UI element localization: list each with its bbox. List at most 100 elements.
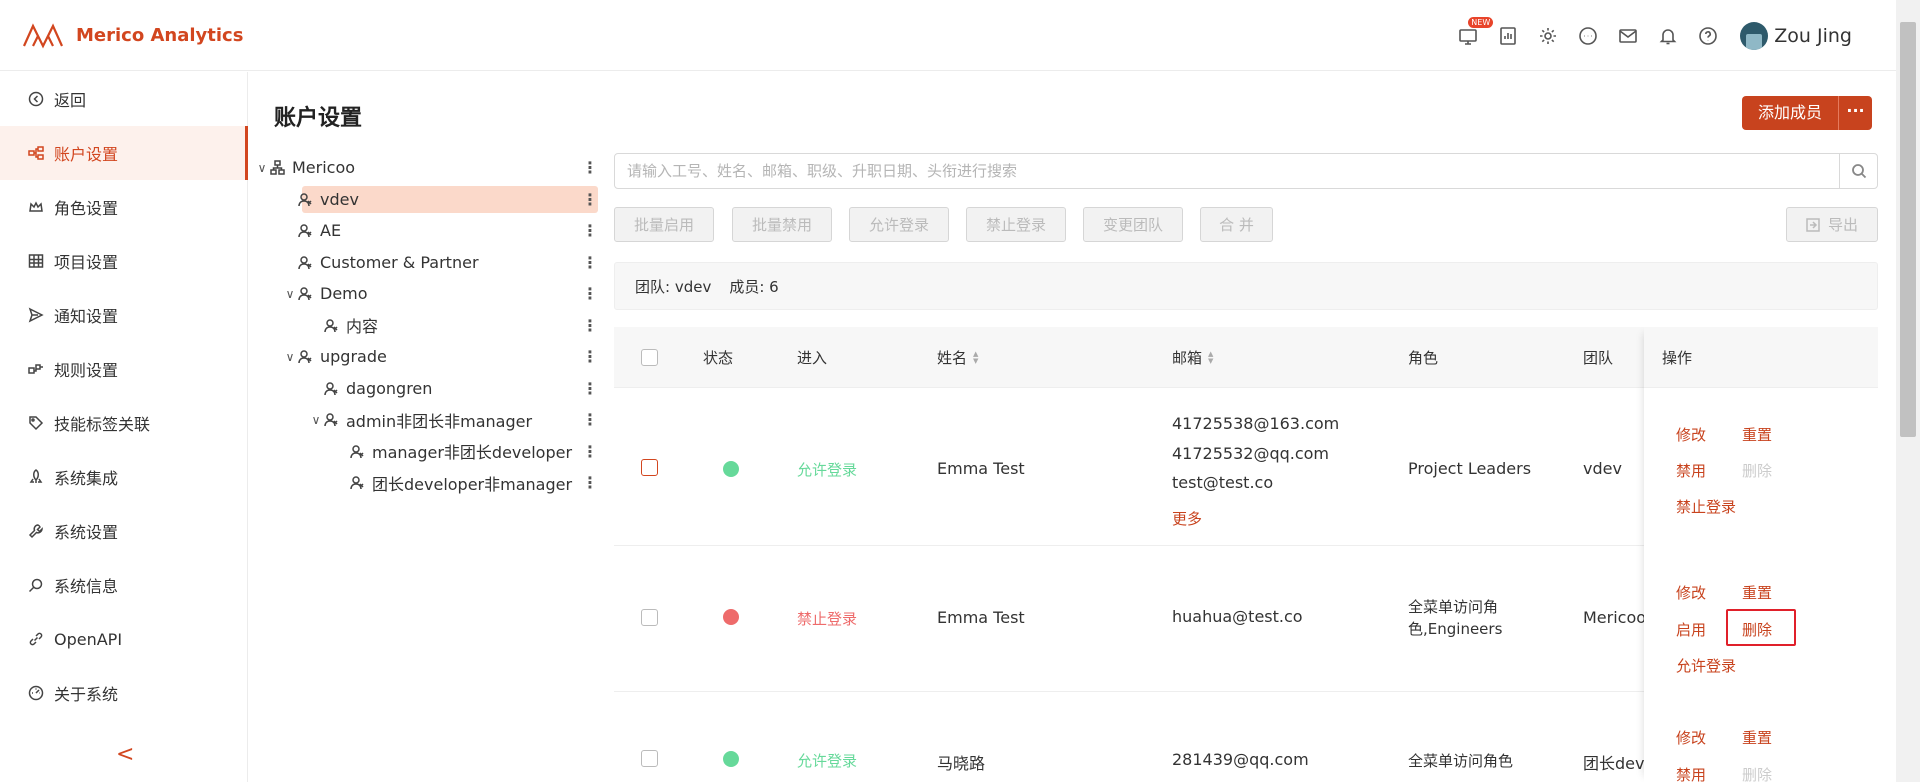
row-checkbox[interactable] [641,459,658,476]
header-email[interactable]: 邮箱 ▲ ▼ [1172,347,1213,368]
tree-node-menu-icon[interactable]: ⋮ [582,347,598,366]
sidebar-item-project-settings[interactable]: 项目设置 [0,234,247,288]
sidebar-item-account-settings[interactable]: 账户设置 [0,126,248,180]
batch-disable-button[interactable]: 批量禁用 [732,207,832,242]
edit-button[interactable]: 修改 [1676,582,1706,603]
tree-node[interactable]: vdev ⋮ [254,184,598,216]
tree-node-menu-icon[interactable]: ⋮ [582,190,598,209]
link-icon [28,631,44,647]
email: 281439@qq.com [1172,750,1309,769]
help-icon[interactable] [1688,20,1728,52]
tree-node-menu-icon[interactable]: ⋮ [582,442,598,461]
team-icon [324,412,342,428]
sidebar-item-notification-settings[interactable]: 通知设置 [0,288,247,342]
tree-node-menu-icon[interactable]: ⋮ [582,410,598,429]
change-team-button[interactable]: 变更团队 [1083,207,1183,242]
tree-node[interactable]: 内容 ⋮ [254,310,598,342]
tree-node-menu-icon[interactable]: ⋮ [582,158,598,177]
sidebar-item-about[interactable]: 关于系统 [0,666,247,720]
team-icon [350,443,368,459]
tree-node[interactable]: 团长developer非manager ⋮ [254,467,598,499]
merge-button[interactable]: 合 并 [1200,207,1273,242]
sidebar-item-label: 角色设置 [54,199,119,218]
allow-login-button[interactable]: 允许登录 [849,207,949,242]
scrollbar-thumb[interactable] [1900,22,1916,437]
disable-button[interactable]: 禁用 [1676,764,1706,782]
whats-new-icon[interactable]: NEW [1448,17,1494,52]
tree-node[interactable]: ∨ Mericoo ⋮ [254,152,598,184]
allow-login-link[interactable]: 允许登录 [1676,655,1736,676]
search-box [614,153,1878,189]
status-dot [723,461,739,477]
tree-node[interactable]: ∨ upgrade ⋮ [254,341,598,373]
search-input[interactable] [615,154,1835,188]
sidebar-item-back[interactable]: 返回 [0,72,247,126]
sidebar-item-system-integration[interactable]: 系统集成 [0,450,247,504]
add-member-button[interactable]: 添加成员 [1742,96,1839,130]
enable-button[interactable]: 启用 [1676,619,1706,640]
app-logo[interactable]: Merico Analytics [22,20,243,50]
row-checkbox[interactable] [641,609,658,626]
sidebar-item-system-settings[interactable]: 系统设置 [0,504,247,558]
mail-icon[interactable] [1608,20,1648,52]
organization-icon [270,160,288,176]
edit-button[interactable]: 修改 [1676,727,1706,748]
bell-icon[interactable] [1648,20,1688,52]
tree-expand-caret-icon[interactable]: ∨ [282,287,298,301]
tag-icon [28,415,44,431]
header-name-label: 姓名 [937,349,968,367]
gear-icon[interactable] [1528,20,1568,52]
tree-node-menu-icon[interactable]: ⋮ [582,379,598,398]
member-role: 全菜单访问角 [1408,598,1499,616]
export-label: 导出 [1827,216,1858,234]
avatar[interactable] [1740,22,1769,50]
row-checkbox[interactable] [641,750,658,767]
user-name[interactable]: Zou Jing [1774,25,1852,47]
email: 41725538@163.com [1172,414,1340,433]
chat-icon[interactable] [1568,20,1608,52]
edit-button[interactable]: 修改 [1676,424,1706,445]
tree-expand-caret-icon[interactable]: ∨ [282,350,298,364]
tree-node[interactable]: manager非团长developer ⋮ [254,436,598,468]
tree-node-menu-icon[interactable]: ⋮ [582,221,598,240]
sidebar-item-openapi[interactable]: OpenAPI [0,612,247,666]
tree-node[interactable]: ∨ Demo ⋮ [254,278,598,310]
crown-icon [28,199,44,215]
sidebar-collapse-button[interactable]: < [116,742,134,767]
tree-node-label: 内容 [346,317,379,337]
sidebar-item-rule-settings[interactable]: 规则设置 [0,342,247,396]
team-icon [324,317,342,333]
tree-expand-caret-icon[interactable]: ∨ [308,413,324,427]
disable-button[interactable]: 禁用 [1676,460,1706,481]
report-icon[interactable] [1488,20,1528,52]
tree-node-menu-icon[interactable]: ⋮ [582,284,598,303]
tree-node[interactable]: ∨ admin非团长非manager ⋮ [254,404,598,436]
team-tree: ∨ Mericoo ⋮ vdev ⋮ AE ⋮ Customer & Partner ⋮ ∨ Dem… [254,152,598,499]
deny-login-button[interactable]: 禁止登录 [966,207,1066,242]
deny-login-link[interactable]: 禁止登录 [1676,496,1736,517]
tree-node[interactable]: AE ⋮ [254,215,598,247]
select-all-checkbox[interactable] [641,349,658,366]
reset-button[interactable]: 重置 [1742,424,1772,445]
tree-node-menu-icon[interactable]: ⋮ [582,253,598,272]
batch-enable-button[interactable]: 批量启用 [614,207,714,242]
page-scrollbar[interactable] [1896,0,1920,782]
member-team: 团长dev [1583,754,1645,773]
tree-node[interactable]: dagongren ⋮ [254,373,598,405]
tree-expand-caret-icon[interactable]: ∨ [254,161,270,175]
sidebar-item-system-info[interactable]: 系统信息 [0,558,247,612]
more-actions-button[interactable]: ··· [1838,96,1873,130]
search-button[interactable] [1839,154,1877,188]
reset-button[interactable]: 重置 [1742,727,1772,748]
export-button[interactable]: 导出 [1786,207,1878,242]
more-emails-link[interactable]: 更多 [1172,508,1202,529]
sidebar-item-label: 系统设置 [54,523,119,542]
sidebar-item-skill-tags[interactable]: 技能标签关联 [0,396,247,450]
sidebar-item-role-settings[interactable]: 角色设置 [0,180,247,234]
header-name[interactable]: 姓名 ▲ ▼ [937,347,978,368]
tree-node-menu-icon[interactable]: ⋮ [582,316,598,335]
team-icon [298,191,316,207]
reset-button[interactable]: 重置 [1742,582,1772,603]
tree-node-menu-icon[interactable]: ⋮ [582,473,598,492]
tree-node[interactable]: Customer & Partner ⋮ [254,247,598,279]
